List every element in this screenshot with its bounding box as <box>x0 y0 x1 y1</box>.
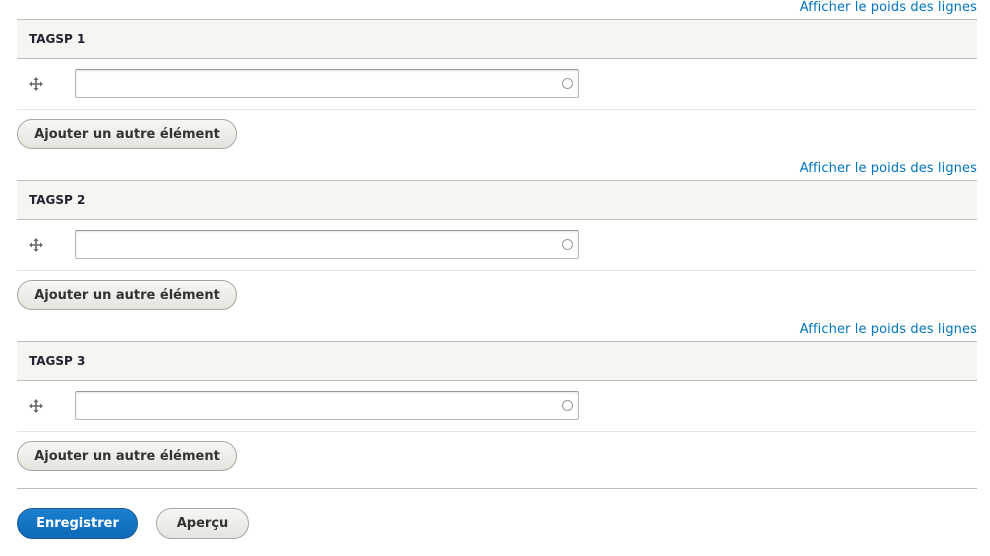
add-another-item-button[interactable]: Ajouter un autre élément <box>17 119 237 149</box>
show-row-weights-link[interactable]: Afficher le poids des lignes <box>800 322 977 338</box>
table-row <box>17 381 977 432</box>
table-header: TAGSP 3 <box>17 341 977 381</box>
add-another-item-button[interactable]: Ajouter un autre élément <box>17 441 237 471</box>
tagsp-1-table: TAGSP 1 <box>17 19 977 110</box>
save-button[interactable]: Enregistrer <box>17 508 138 539</box>
tagsp-1-input[interactable] <box>76 70 562 96</box>
autocomplete-throbber-icon <box>562 400 573 411</box>
table-row <box>17 220 977 271</box>
move-arrows-icon[interactable] <box>29 399 43 413</box>
table-row <box>17 59 977 110</box>
table-header: TAGSP 2 <box>17 180 977 220</box>
table-header-label: TAGSP 2 <box>29 193 86 207</box>
preview-button[interactable]: Aperçu <box>156 508 249 539</box>
show-row-weights-link[interactable]: Afficher le poids des lignes <box>800 0 977 16</box>
tagsp-2-input[interactable] <box>76 231 562 257</box>
table-header-label: TAGSP 3 <box>29 354 86 368</box>
add-another-item-button[interactable]: Ajouter un autre élément <box>17 280 237 310</box>
move-arrows-icon[interactable] <box>29 77 43 91</box>
show-row-weights-link[interactable]: Afficher le poids des lignes <box>800 161 977 177</box>
autocomplete-throbber-icon <box>562 78 573 89</box>
tagsp-3-table: TAGSP 3 <box>17 341 977 432</box>
form-actions-divider <box>17 488 977 489</box>
tagsp-3-input[interactable] <box>76 392 562 418</box>
autocomplete-field[interactable] <box>75 391 579 420</box>
autocomplete-field[interactable] <box>75 69 579 98</box>
table-header: TAGSP 1 <box>17 19 977 59</box>
autocomplete-throbber-icon <box>562 239 573 250</box>
tagsp-2-table: TAGSP 2 <box>17 180 977 271</box>
table-header-label: TAGSP 1 <box>29 32 86 46</box>
autocomplete-field[interactable] <box>75 230 579 259</box>
move-arrows-icon[interactable] <box>29 238 43 252</box>
